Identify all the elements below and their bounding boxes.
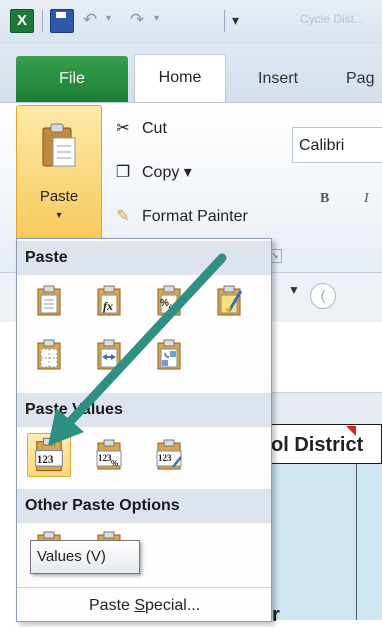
tab-home[interactable]: Home	[134, 54, 226, 103]
values-number-formatting-icon[interactable]: 123%	[91, 437, 127, 473]
undo-icon[interactable]: ↶	[83, 10, 97, 30]
section-paste-values: Paste Values	[17, 393, 271, 427]
cell-border	[356, 464, 357, 620]
svg-text:123: 123	[158, 453, 172, 463]
toolbar-separator	[42, 10, 43, 32]
redo-icon[interactable]: ↷	[130, 10, 144, 30]
copy-icon: ❐	[115, 164, 131, 181]
chevron-down-icon[interactable]: ▾	[17, 210, 101, 221]
tab-page-layout[interactable]: Pag	[346, 56, 374, 102]
undo-dropdown-icon[interactable]: ▾	[106, 13, 111, 24]
section-other-paste-options: Other Paste Options	[17, 489, 271, 523]
italic-button[interactable]: I	[364, 191, 369, 207]
copy-label: Copy ▾	[142, 164, 192, 181]
svg-text:fx: fx	[103, 299, 113, 313]
ribbon-tabs: File Home Insert Pag	[0, 44, 382, 103]
paste-special-prefix: Paste	[89, 597, 135, 614]
values-icon[interactable]: 123	[27, 433, 71, 477]
save-icon[interactable]	[50, 9, 74, 33]
svg-text:%: %	[111, 459, 118, 468]
menu-divider	[17, 587, 271, 588]
section-paste: Paste	[17, 241, 271, 275]
format-painter-label: Format Painter	[142, 208, 248, 225]
tooltip: Values (V)	[30, 540, 140, 574]
tab-insert[interactable]: Insert	[258, 56, 298, 102]
paste-special-suffix: pecial...	[145, 597, 201, 614]
no-borders-icon[interactable]	[31, 337, 67, 373]
excel-app-icon[interactable]: X	[10, 9, 34, 33]
scissors-icon: ✂	[116, 120, 130, 137]
svg-text:123: 123	[37, 454, 54, 466]
values-source-formatting-icon[interactable]: 123	[151, 437, 187, 473]
name-box-dropdown-icon[interactable]: ▼	[288, 283, 300, 297]
svg-text:123: 123	[98, 453, 112, 463]
window-title: Cycle Dist...	[300, 12, 365, 26]
transpose-icon[interactable]	[151, 337, 187, 373]
bold-button[interactable]: B	[320, 191, 329, 207]
comment-indicator	[346, 426, 356, 436]
cut-button[interactable]: ✂ Cut	[112, 115, 167, 143]
keep-source-formatting-icon[interactable]	[211, 283, 247, 319]
keep-column-widths-icon[interactable]	[91, 337, 127, 373]
clipboard-icon	[42, 123, 76, 167]
shaded-cell[interactable]	[270, 464, 382, 620]
toolbar-separator	[224, 10, 225, 32]
paste-button-label: Paste	[39, 188, 79, 205]
paste-special-item[interactable]: Paste Special...	[89, 595, 200, 617]
cancel-entry-icon[interactable]: (	[310, 283, 336, 309]
paste-button[interactable]: Paste ▾	[16, 105, 102, 245]
formulas-icon[interactable]: fx	[91, 283, 127, 319]
cell-text: r	[272, 604, 280, 626]
cut-label: Cut	[142, 120, 167, 137]
font-name-select[interactable]: Calibri	[292, 127, 382, 163]
paintbrush-icon: ✎	[116, 208, 130, 225]
customize-toolbar-icon[interactable]: ▾	[232, 12, 239, 29]
tab-file[interactable]: File	[16, 56, 128, 102]
redo-dropdown-icon[interactable]: ▾	[154, 13, 159, 24]
quick-access-toolbar: X ↶ ▾ ↷ ▾ ▾ Cycle Dist...	[0, 0, 382, 45]
svg-text:fx: fx	[168, 304, 176, 315]
paste-icon[interactable]	[31, 283, 67, 319]
format-painter-button[interactable]: ✎ Format Painter	[112, 203, 248, 231]
formulas-number-formatting-icon[interactable]: % fx	[151, 283, 187, 319]
copy-button[interactable]: ❐ Copy ▾	[112, 159, 192, 187]
paste-special-accelerator: S	[134, 597, 146, 614]
